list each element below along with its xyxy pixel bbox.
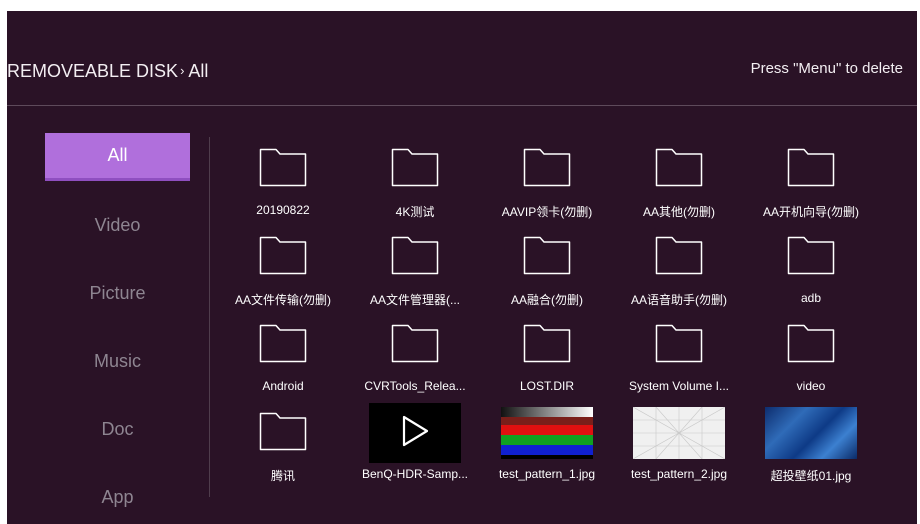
- file-tile[interactable]: AA其他(勿删): [613, 139, 745, 227]
- sidebar-item-label: Picture: [89, 282, 146, 303]
- file-tile[interactable]: 20190822: [217, 139, 349, 227]
- file-tile[interactable]: adb: [745, 227, 877, 315]
- folder-icon: [613, 315, 745, 379]
- folder-icon: [349, 227, 481, 291]
- file-tile[interactable]: CVRTools_Relea...: [349, 315, 481, 403]
- file-label: test_pattern_1.jpg: [498, 467, 596, 481]
- folder-icon: [217, 315, 349, 379]
- file-label: AA开机向导(勿删): [762, 205, 859, 219]
- sidebar-item-all[interactable]: All: [45, 133, 190, 181]
- file-tile[interactable]: 腾讯: [217, 403, 349, 491]
- file-label: 腾讯: [270, 469, 295, 483]
- file-tile[interactable]: AAVIP领卡(勿删): [481, 139, 613, 227]
- sidebar-item-music[interactable]: Music: [45, 337, 190, 385]
- file-label: AAVIP领卡(勿删): [501, 205, 593, 219]
- file-label: AA文件管理器(...: [369, 293, 460, 307]
- image-thumbnail: [613, 403, 745, 467]
- folder-icon: [745, 227, 877, 291]
- file-tile[interactable]: AA开机向导(勿删): [745, 139, 877, 227]
- file-label: AA语音助手(勿删): [630, 293, 727, 307]
- folder-icon: [481, 227, 613, 291]
- header-bar: REMOVEABLE DISK › All Press "Menu" to de…: [7, 11, 917, 106]
- file-label: test_pattern_2.jpg: [630, 467, 728, 481]
- folder-icon: [613, 139, 745, 203]
- sidebar-item-picture[interactable]: Picture: [45, 269, 190, 317]
- breadcrumb-separator-icon: ›: [180, 63, 185, 78]
- file-label: AA文件传输(勿删): [234, 293, 331, 307]
- breadcrumb-source[interactable]: REMOVEABLE DISK: [7, 61, 178, 82]
- delete-hint: Press "Menu" to delete: [750, 60, 903, 77]
- file-label: AA其他(勿删): [642, 205, 715, 219]
- folder-icon: [481, 315, 613, 379]
- file-tile[interactable]: AA语音助手(勿删): [613, 227, 745, 315]
- folder-icon: [745, 139, 877, 203]
- video-thumbnail: [349, 403, 481, 467]
- folder-icon: [745, 315, 877, 379]
- file-label: Android: [262, 379, 304, 393]
- sidebar-item-label: App: [101, 486, 134, 507]
- folder-icon: [217, 403, 349, 467]
- file-tile[interactable]: test_pattern_2.jpg: [613, 403, 745, 491]
- file-tile[interactable]: System Volume I...: [613, 315, 745, 403]
- folder-icon: [349, 139, 481, 203]
- play-icon: [400, 415, 430, 452]
- file-tile[interactable]: AA融合(勿删): [481, 227, 613, 315]
- sidebar-item-video[interactable]: Video: [45, 201, 190, 249]
- sidebar-item-label: Video: [94, 214, 141, 235]
- category-sidebar: All Video Picture Music Doc App: [45, 133, 190, 524]
- file-tile[interactable]: 超投壁纸01.jpg: [745, 403, 877, 491]
- breadcrumb-current: All: [188, 61, 209, 81]
- file-tile[interactable]: AA文件传输(勿删): [217, 227, 349, 315]
- sidebar-item-label: Music: [93, 350, 141, 371]
- folder-icon: [217, 139, 349, 203]
- folder-icon: [349, 315, 481, 379]
- sidebar-item-doc[interactable]: Doc: [45, 405, 190, 453]
- file-tile[interactable]: Android: [217, 315, 349, 403]
- file-label: LOST.DIR: [519, 379, 574, 393]
- file-label: 4K测试: [395, 205, 435, 219]
- file-label: adb: [800, 291, 822, 305]
- file-label: System Volume I...: [628, 379, 730, 393]
- file-label: 超投壁纸01.jpg: [770, 469, 852, 483]
- file-tile[interactable]: test_pattern_1.jpg: [481, 403, 613, 491]
- image-thumbnail: [481, 403, 613, 467]
- image-thumbnail: [745, 403, 877, 467]
- file-label: video: [796, 379, 826, 393]
- folder-icon: [613, 227, 745, 291]
- folder-icon: [481, 139, 613, 203]
- file-browser-screen: REMOVEABLE DISK › All Press "Menu" to de…: [7, 11, 917, 524]
- file-tile[interactable]: AA文件管理器(...: [349, 227, 481, 315]
- breadcrumb: REMOVEABLE DISK › All: [7, 61, 208, 82]
- file-tile[interactable]: LOST.DIR: [481, 315, 613, 403]
- folder-icon: [217, 227, 349, 291]
- file-tile[interactable]: video: [745, 315, 877, 403]
- file-tile[interactable]: 4K测试: [349, 139, 481, 227]
- sidebar-item-app[interactable]: App: [45, 473, 190, 521]
- file-label: AA融合(勿删): [510, 293, 583, 307]
- file-label: BenQ-HDR-Samp...: [361, 467, 469, 481]
- sidebar-item-label: All: [107, 145, 128, 165]
- sidebar-divider: [209, 137, 210, 497]
- file-grid: 20190822 4K测试 AAVIP领卡(勿删) AA其他(勿删) AA开机向导(勿删…: [217, 139, 907, 491]
- sidebar-item-label: Doc: [101, 418, 134, 439]
- file-tile[interactable]: BenQ-HDR-Samp...: [349, 403, 481, 491]
- file-label: 20190822: [256, 203, 310, 217]
- file-label: CVRTools_Relea...: [364, 379, 466, 393]
